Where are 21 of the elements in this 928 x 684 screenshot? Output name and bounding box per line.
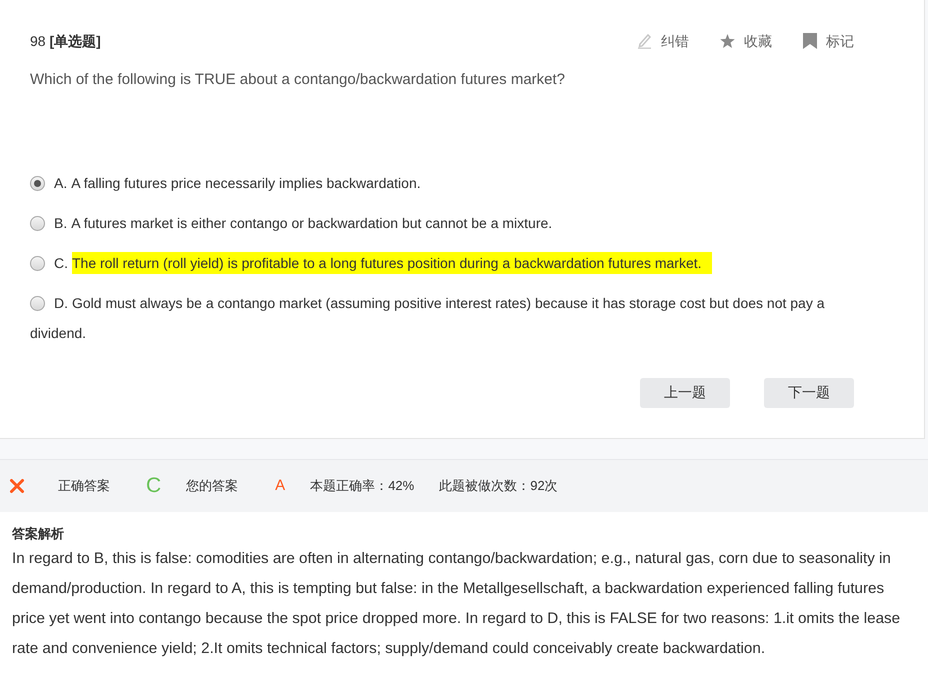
answer-option[interactable]: A. A falling futures price necessarily implies backwardation. [30, 168, 421, 198]
attempts-text: 此题被做次数：92次 [439, 477, 558, 495]
answer-option[interactable]: D. Gold must always be a contango market (assuming positive interest rates) because it has storage cost but does not pay a dividend. [30, 288, 854, 348]
analysis-text: In regard to B, this is false: comodities are often in alternating contango/backwardation; e.g., natural gas, corn due to seasonality in demand/production. In regard to A, this is tempting but false: in the Metallgesellschaft, a backwardation experienced falling futures price yet went into contango because the spot price dropped more. In regard to D, this is FALSE for two reasons: 1.it omits the lease rate and convenience yield; 2.It omits technical factors; supply/demand could conceivably create backwardation. [12, 549, 902, 659]
answer-option[interactable]: B. A futures market is either contango or backwardation but cannot be a mixture. [30, 208, 552, 238]
pencil-icon [637, 33, 652, 49]
star-icon [720, 34, 735, 48]
correct-action[interactable]: 纠错 [637, 31, 689, 51]
nav-button[interactable]: 上一题 [640, 378, 730, 408]
your-answer-label: 您的答案 [186, 477, 238, 495]
correct-answer-value: C [146, 474, 162, 498]
question-text: Which of the following is TRUE about a contango/backwardation futures market? [30, 70, 566, 90]
question-number: 98 [单选题] [30, 32, 101, 51]
your-answer-value: A [275, 476, 286, 496]
accuracy-text: 本题正确率：42% [310, 477, 414, 495]
analysis-title: 答案解析 [12, 525, 64, 543]
correct-answer-label: 正确答案 [58, 477, 110, 495]
nav-button[interactable]: 下一题 [764, 378, 854, 408]
mark-action[interactable]: 标记 [803, 31, 854, 51]
favorite-action[interactable]: 收藏 [720, 31, 772, 51]
bookmark-icon [803, 33, 817, 49]
